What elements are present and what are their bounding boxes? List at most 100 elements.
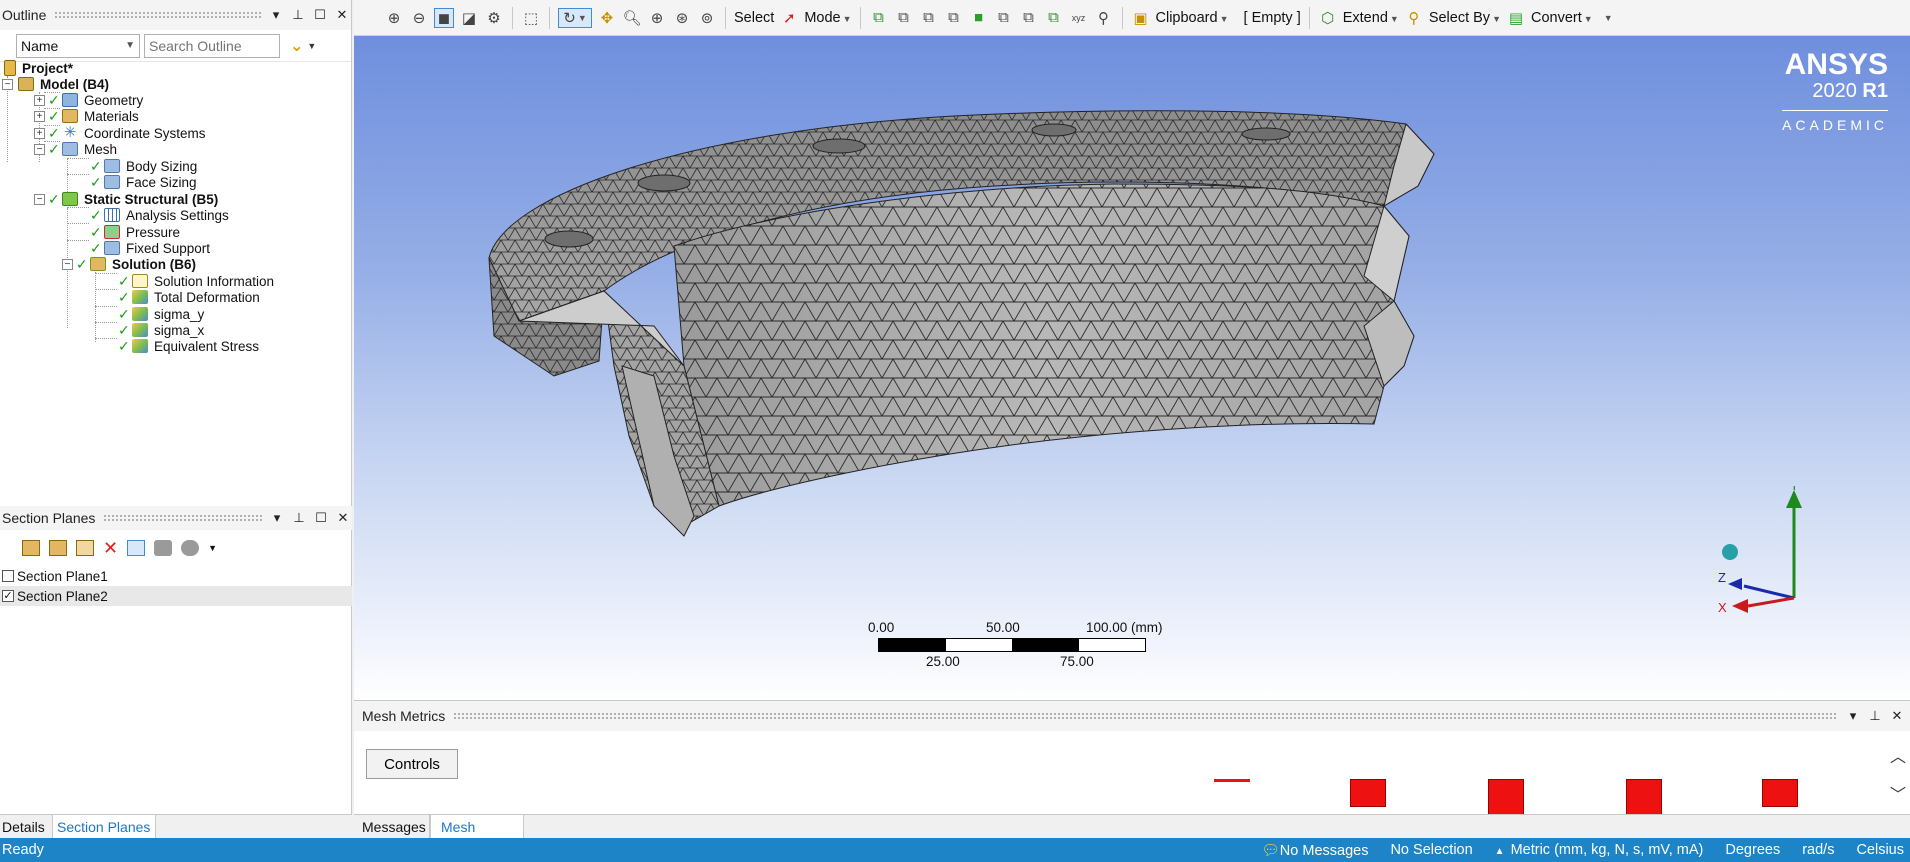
scale-tick-50: 50.00 — [986, 620, 1020, 635]
list-item[interactable]: ✓ Section Plane2 — [0, 586, 352, 606]
static-structural-icon — [62, 192, 78, 206]
controls-button[interactable]: Controls — [366, 749, 458, 779]
pan-icon[interactable]: ✥ — [597, 8, 617, 28]
triad-z-label: Z — [1718, 570, 1726, 585]
chevron-down-icon[interactable]: ﹀ — [1890, 781, 1906, 805]
chevron-down-icon[interactable]: ▼ — [208, 543, 217, 553]
show-whole-elements-icon[interactable] — [127, 540, 146, 556]
box-zoom-icon[interactable]: ⊕ — [647, 8, 667, 28]
magnifier-icon[interactable]: ⊚ — [697, 8, 717, 28]
section-planes-pin-icon[interactable]: ⊥ — [292, 510, 306, 526]
outline-filter-select[interactable]: Name ▼ — [16, 33, 140, 58]
mesh-metrics-close-icon[interactable]: ✕ — [1890, 708, 1904, 724]
outline-pin-icon[interactable]: ⊥ — [291, 7, 305, 23]
filter-icon[interactable]: ⌄ — [290, 36, 303, 56]
brand-edition: ACADEMIC — [1782, 110, 1888, 133]
coordinate-pick-icon[interactable]: xyz — [1069, 8, 1089, 28]
select-vertex-icon[interactable]: ⧉ — [894, 8, 914, 28]
select-node-icon[interactable]: ⧉ — [994, 8, 1014, 28]
section-plane-options-icon[interactable] — [76, 540, 94, 556]
meshed-flange-model[interactable] — [354, 36, 1910, 700]
zoom-to-fit-icon[interactable]: ⊛ — [672, 8, 692, 28]
section-planes-grip[interactable] — [103, 514, 262, 522]
select-element-face-icon[interactable]: ⧉ — [1019, 8, 1039, 28]
section-plane2-checkbox[interactable]: ✓ — [2, 590, 14, 602]
convert-icon: ▤ — [1508, 9, 1524, 27]
tab-mesh-metrics[interactable]: Mesh Metrics — [430, 815, 524, 851]
check-icon: ✓ — [48, 140, 60, 157]
select-by-dropdown[interactable]: Select By ▼ — [1429, 10, 1501, 26]
mode-dropdown[interactable]: Mode ▼ — [804, 10, 851, 26]
clipboard-dropdown[interactable]: Clipboard ▼ — [1156, 10, 1229, 26]
mesh-metrics-scroll[interactable]: ︿ ﹀ — [1890, 743, 1906, 805]
units-status[interactable]: ▲ Metric (mm, kg, N, s, mV, mA) — [1495, 842, 1704, 858]
collapse-icon[interactable]: − — [34, 193, 45, 205]
select-face-icon[interactable]: ⧉ — [944, 8, 964, 28]
outline-dropdown-icon[interactable]: ▾ — [269, 7, 283, 23]
mesh-metrics-pin-icon[interactable]: ⊥ — [1868, 708, 1882, 724]
coordinate-systems-icon: ✳ — [63, 124, 77, 141]
collapse-icon[interactable]: − — [34, 143, 45, 155]
expand-icon[interactable]: + — [34, 127, 45, 139]
clipboard-state: [ Empty ] — [1243, 9, 1301, 26]
mesh-metrics-panel: Mesh Metrics ▾ ⊥ ✕ Controls ︿ ﹀ — [354, 700, 1910, 815]
select-cursor-icon[interactable]: ➚ — [779, 8, 799, 28]
collapse-icon[interactable]: − — [2, 78, 13, 90]
temperature-units[interactable]: Celsius — [1856, 842, 1904, 858]
probe-icon[interactable]: ⚲ — [1094, 8, 1114, 28]
graphics-viewport[interactable]: ANSYS 2020 R1 ACADEMIC 0.00 50.00 100.00… — [354, 36, 1910, 700]
zoom-in-icon[interactable]: ⊕ — [384, 8, 404, 28]
outline-search-input[interactable] — [144, 33, 280, 58]
message-bubble-icon: 💬︎ — [1261, 842, 1280, 859]
edit-section-plane-icon[interactable] — [49, 540, 67, 556]
messages-status[interactable]: 💬︎No Messages — [1261, 842, 1368, 859]
convert-dropdown[interactable]: Convert ▼ — [1531, 10, 1593, 26]
outline-close-icon[interactable]: ✕ — [335, 7, 349, 23]
select-edge-icon[interactable]: ⧉ — [919, 8, 939, 28]
extend-dropdown[interactable]: Extend ▼ — [1343, 10, 1399, 26]
angle-units[interactable]: Degrees — [1725, 842, 1780, 858]
zoom-icon[interactable]: 🔍︎ — [622, 8, 642, 28]
shaded-view-icon[interactable]: ◪ — [459, 8, 479, 28]
graphics-extents-icon[interactable]: ⬚ — [521, 8, 541, 28]
list-item[interactable]: Section Plane1 — [0, 566, 352, 586]
section-planes-dropdown-icon[interactable]: ▾ — [270, 510, 284, 526]
section-planes-close-icon[interactable]: ✕ — [336, 510, 350, 526]
mesh-metrics-grip[interactable] — [453, 712, 1838, 720]
toolbar-overflow-icon[interactable]: ▼ — [1604, 13, 1613, 23]
tab-messages[interactable]: Messages — [354, 815, 430, 839]
capping-faces-icon[interactable] — [154, 540, 173, 556]
select-element-icon[interactable]: ⧉ — [1044, 8, 1064, 28]
axis-triad[interactable]: Y Z X — [1714, 486, 1814, 616]
outline-maximize-icon[interactable]: ☐ — [313, 7, 327, 23]
outline-title: Outline — [2, 7, 47, 23]
section-plane1-checkbox[interactable] — [2, 570, 14, 582]
expand-icon[interactable]: + — [34, 94, 45, 106]
rate-units[interactable]: rad/s — [1802, 842, 1834, 858]
zoom-out-icon[interactable]: ⊖ — [409, 8, 429, 28]
rotate-icon[interactable]: ↻ ▼ — [558, 7, 592, 28]
tab-details[interactable]: Details — [0, 815, 52, 839]
mesh-metrics-dropdown-icon[interactable]: ▾ — [1846, 708, 1860, 724]
chevron-up-icon[interactable]: ︿ — [1890, 743, 1906, 767]
model-icon — [18, 77, 34, 91]
view-cube-icon[interactable]: ◼ — [434, 7, 454, 28]
tree-item-equivalent-stress[interactable]: ✓ Equivalent Stress — [118, 336, 259, 356]
delete-icon[interactable]: ✕ — [103, 538, 118, 559]
tab-section-planes[interactable]: Section Planes — [52, 815, 156, 839]
select-mesh-icon[interactable]: ⧉ — [869, 8, 889, 28]
brand-release: R1 — [1862, 80, 1888, 102]
outline-header: Outline ▾ ⊥ ☐ ✕ — [0, 0, 351, 30]
expand-icon[interactable]: + — [34, 110, 45, 122]
clipboard-icon: ▣ — [1133, 9, 1148, 27]
solution-icon — [90, 257, 106, 271]
hidden-faces-icon[interactable] — [181, 540, 200, 556]
display-options-icon[interactable]: ⚙ — [484, 8, 504, 28]
select-body-icon[interactable]: ■ — [969, 8, 989, 28]
outline-grip[interactable] — [54, 11, 261, 19]
chevron-down-icon[interactable]: ▼ — [307, 41, 316, 51]
collapse-icon[interactable]: − — [62, 258, 73, 270]
section-planes-maximize-icon[interactable]: ☐ — [314, 510, 328, 526]
new-section-plane-icon[interactable] — [22, 540, 40, 556]
select-label: Select — [734, 9, 775, 26]
